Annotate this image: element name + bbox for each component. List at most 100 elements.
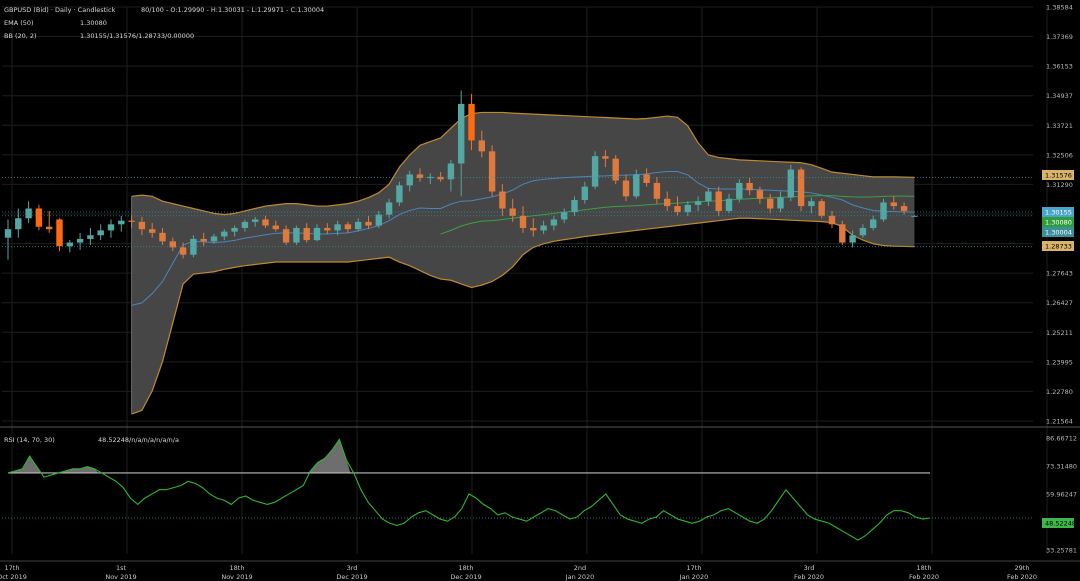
candle-body [334,224,341,231]
rsi-tick-label: 59.96247 [1046,491,1077,499]
price-tick-label: 1.38584 [1046,4,1073,12]
price-tick-label: 1.23995 [1046,358,1073,366]
time-tick-day: 17th [687,564,702,572]
candle-body [736,182,743,199]
time-tick-month: Feb 2020 [909,573,939,581]
candle-body [900,206,908,211]
candle-body [76,238,84,243]
candle-body [890,202,897,207]
price-tick-label: 1.25211 [1046,329,1073,337]
candle-body [15,218,22,230]
candle-body [859,227,867,236]
time-tick-month: Nov 2019 [105,573,136,581]
candle-body [128,220,135,222]
time-tick-month: Nov 2019 [221,573,252,581]
candle-body [4,229,12,238]
candle-body [262,219,269,226]
candle-body [550,219,558,226]
price-tick-label: 1.31290 [1046,181,1073,189]
candle-body [107,224,115,231]
rsi-tick-label: 33.25781 [1046,547,1077,555]
candle-body [66,242,73,247]
candle-body [488,151,496,192]
price-tick-label: 1.27643 [1046,270,1073,278]
candle-body [458,103,465,164]
candle-body [396,185,403,203]
bb-value: 1.30155/1.31576/1.28733/0.00000 [80,32,194,40]
candle-body [35,208,43,227]
candle-body [540,225,547,231]
candle-body [602,156,609,159]
time-tick-month: Jan 2020 [679,573,709,581]
candle-body [581,186,588,200]
candle-body [808,201,815,207]
candle-body [499,191,506,209]
candle-body [674,206,681,213]
price-tick-label: 1.34937 [1046,92,1073,100]
candle-body [324,227,331,231]
candle-body [375,214,382,226]
candle-body [344,224,352,230]
candle-body [715,191,722,211]
time-tick-day: 18th [230,564,245,572]
bb-label: BB (20, 2) [4,32,37,40]
candle-body [756,190,764,199]
time-tick-day: 1st [116,564,127,572]
candle-body [746,182,753,191]
candle-body [839,224,846,243]
time-tick-day: 29th [1015,564,1030,572]
candle-body [787,169,794,198]
price-tick-label: 1.21564 [1046,418,1073,426]
rsi-tick-label: 73.31480 [1046,462,1077,470]
candle-body [210,236,218,242]
time-tick-day: 18th [917,564,932,572]
candle-body [705,191,712,202]
candle-body [797,169,805,207]
candle-body [313,227,321,241]
time-tick-day: 18th [459,564,474,572]
candle-body [643,174,650,183]
candle-body [880,202,887,220]
candle-body [179,247,187,255]
time-tick-month: Feb 2020 [1007,573,1037,581]
candle-body [653,182,661,199]
candle-body [447,163,455,180]
candle-body [664,198,671,207]
candle-body [530,227,537,231]
candle-body [684,204,691,213]
price-tag-label: 1.30004 [1045,229,1072,237]
candle-body [478,140,485,152]
rsi-label: RSI (14, 70, 30) [4,436,55,444]
candle-body [241,221,249,228]
rsi-current-tag-label: 48.52248 [1045,520,1076,528]
candle-body [282,229,290,243]
price-tick-label: 1.33721 [1046,122,1073,130]
ema-value: 1.30080 [80,19,107,27]
candle-body [468,103,475,141]
price-tick-label: 1.37369 [1046,33,1073,41]
candle-body [870,219,877,228]
candle-body [221,231,228,237]
price-tick-label: 1.26427 [1046,299,1073,307]
price-tag-label: 1.30155 [1045,209,1072,217]
candle-body [138,221,146,230]
candle-body [591,156,599,187]
candle-body [56,219,63,247]
candle-body [25,208,32,219]
price-tag-label: 1.28733 [1045,243,1072,251]
rsi-tick-label: 86.66712 [1046,435,1077,443]
time-tick-month: Oct 2019 [0,573,27,581]
symbol-line: GBPUSD (Bid) · Daily · Candlestick [4,6,116,14]
candle-body [365,221,372,226]
candle-body [252,219,259,222]
time-tick-month: Dec 2019 [336,573,367,581]
candle-body [725,198,733,211]
price-tick-label: 1.32506 [1046,151,1073,159]
time-tick-month: Feb 2020 [794,573,824,581]
ema-label: EMA (50) [4,19,34,27]
candle-body [293,227,300,243]
time-tick-day: 3rd [347,564,358,572]
candle-body [303,227,310,241]
candle-body [571,199,578,213]
candle-body [622,180,630,197]
